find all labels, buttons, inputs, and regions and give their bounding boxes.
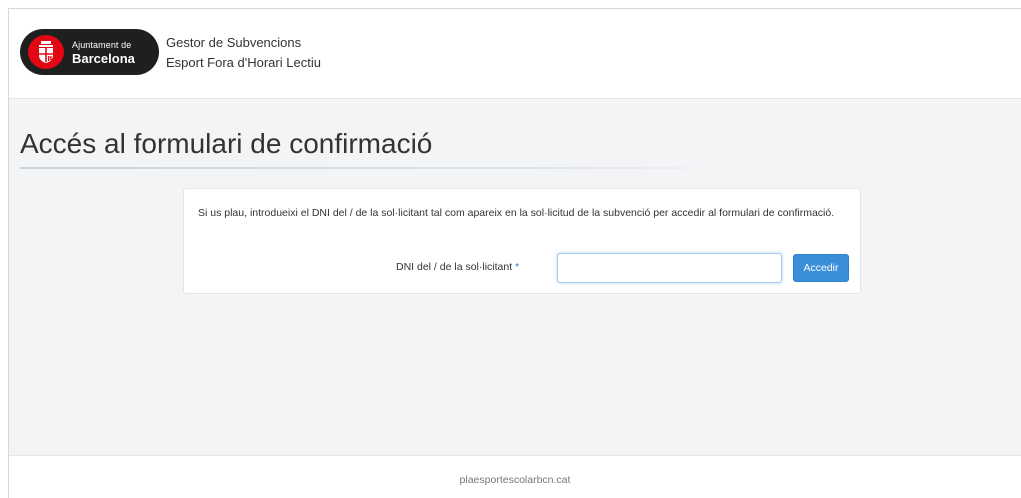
accedir-button[interactable]: Accedir bbox=[793, 254, 849, 282]
page-title: Accés al formulari de confirmació bbox=[20, 128, 433, 159]
barcelona-logo[interactable]: Ajuntament de Barcelona bbox=[20, 29, 159, 75]
site-header: Ajuntament de Barcelona Gestor de Subven… bbox=[9, 9, 1021, 99]
dni-input[interactable] bbox=[557, 253, 782, 283]
app-subtitle: Esport Fora d'Horari Lectiu bbox=[166, 55, 321, 70]
intro-text: Si us plau, introdueixi el DNI del / de … bbox=[198, 207, 835, 219]
site-footer: plaesportescolarbcn.cat bbox=[9, 455, 1021, 498]
footer-site-link[interactable]: plaesportescolarbcn.cat bbox=[9, 474, 1021, 486]
barcelona-crest-icon bbox=[28, 35, 64, 69]
dni-label: DNI del / de la sol·licitant * bbox=[396, 261, 519, 273]
dni-label-text: DNI del / de la sol·licitant bbox=[396, 261, 513, 273]
access-form-card: Si us plau, introdueixi el DNI del / de … bbox=[183, 188, 861, 294]
required-marker: * bbox=[515, 261, 520, 273]
logo-line-1: Ajuntament de bbox=[72, 40, 132, 50]
app-title: Gestor de Subvencions bbox=[166, 35, 302, 50]
logo-line-2: Barcelona bbox=[72, 51, 135, 66]
page-frame: Ajuntament de Barcelona Gestor de Subven… bbox=[8, 8, 1021, 498]
title-divider bbox=[20, 167, 745, 169]
